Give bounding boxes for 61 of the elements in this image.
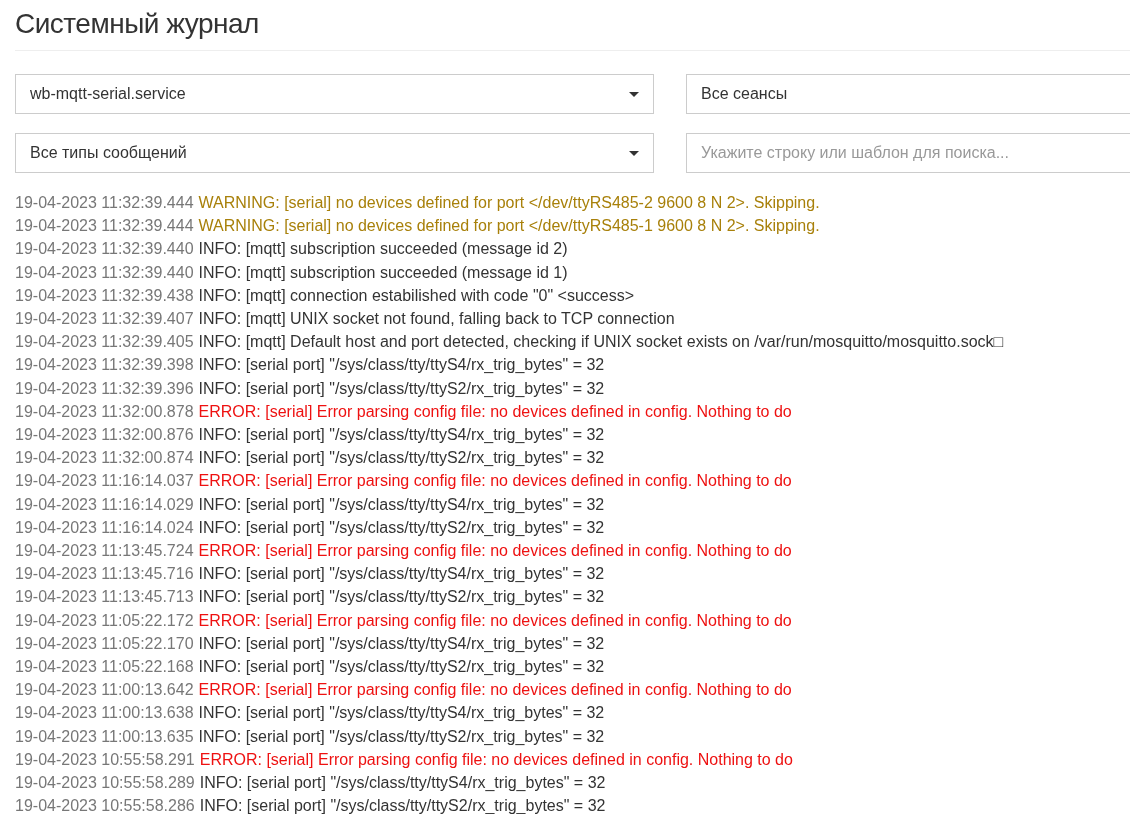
log-message: ERROR: [serial] Error parsing config file: no devices defined in config. Nothing to do [198,542,792,560]
log-message: INFO: [serial port] "/sys/class/tty/ttyS2/rx_trig_bytes" = 32 [198,518,605,536]
log-message: ERROR: [serial] Error parsing config file: no devices defined in config. Nothing to do [198,611,792,629]
log-timestamp: 19-04-2023 10:55:58.291 [15,750,195,768]
log-message: INFO: [serial port] "/sys/class/tty/ttyS2/rx_trig_bytes" = 32 [198,727,605,745]
log-timestamp: 19-04-2023 11:00:13.638 [15,704,194,722]
log-timestamp: 19-04-2023 10:55:58.289 [15,774,195,792]
log-timestamp: 19-04-2023 11:32:00.876 [15,426,194,444]
log-timestamp: 19-04-2023 11:13:45.713 [15,588,194,606]
log-timestamp: 19-04-2023 11:16:14.024 [15,518,194,536]
log-timestamp: 19-04-2023 11:32:39.396 [15,379,194,397]
log-timestamp: 19-04-2023 11:00:13.635 [15,727,194,745]
log-message: INFO: [serial port] "/sys/class/tty/ttyS2/rx_trig_bytes" = 32 [198,658,605,676]
log-message: WARNING: [serial] no devices defined for port </dev/ttyRS485-1 9600 8 N 2>. Skipping. [198,217,820,235]
log-message: INFO: [serial port] "/sys/class/tty/ttyS4/rx_trig_bytes" = 32 [199,774,606,792]
log-timestamp: 19-04-2023 11:32:39.444 [15,217,194,235]
search-field[interactable]: Укажите строку или шаблон для поиска... [686,133,1130,173]
log-timestamp: 19-04-2023 11:16:14.029 [15,495,194,513]
log-message: WARNING: [serial] no devices defined for port </dev/ttyRS485-2 9600 8 N 2>. Skipping. [198,194,820,211]
log-message: ERROR: [serial] Error parsing config file: no devices defined in config. Nothing to do [198,402,792,420]
log-timestamp: 19-04-2023 11:32:39.407 [15,310,194,327]
log-timestamp: 19-04-2023 11:32:39.440 [15,240,194,258]
caret-icon [629,150,639,156]
log-timestamp: 19-04-2023 11:32:00.878 [15,402,194,420]
log-message: INFO: [serial port] "/sys/class/tty/ttyS4/rx_trig_bytes" = 32 [198,426,605,444]
log-message: INFO: [serial port] "/sys/class/tty/ttyS2/rx_trig_bytes" = 32 [198,449,605,467]
log-message: INFO: [mqtt] subscription succeeded (message id 1) [198,263,568,281]
log-message: INFO: [serial port] "/sys/class/tty/ttyS4/rx_trig_bytes" = 32 [198,704,605,722]
dropdown-field[interactable]: wb-mqtt-serial.service [15,74,654,114]
log-message: INFO: [serial port] "/sys/class/tty/ttyS2/rx_trig_bytes" = 32 [198,588,605,606]
log-timestamp: 19-04-2023 11:32:39.440 [15,263,194,281]
log-timestamp: 19-04-2023 11:32:39.444 [15,194,194,211]
log-message: INFO: [serial port] "/sys/class/tty/ttyS4/rx_trig_bytes" = 32 [198,634,605,652]
page-title: Системный журнал [15,0,1130,51]
log-timestamp: 19-04-2023 11:13:45.716 [15,565,194,583]
log-timestamp: 19-04-2023 11:32:39.398 [15,356,194,374]
dropdown-field[interactable]: Все типы сообщений [15,133,654,173]
log-message: INFO: [serial port] "/sys/class/tty/ttyS2/rx_trig_bytes" = 32 [199,797,606,814]
log-message: ERROR: [serial] Error parsing config file: no devices defined in config. Nothing to do [198,472,792,490]
log-message: INFO: [serial port] "/sys/class/tty/ttyS4/rx_trig_bytes" = 32 [198,565,605,583]
log-timestamp: 19-04-2023 11:13:45.724 [15,542,194,560]
log-message: ERROR: [serial] Error parsing config file: no devices defined in config. Nothing to do [198,681,792,699]
log-timestamp: 19-04-2023 11:16:14.037 [15,472,194,490]
log-message: INFO: [serial port] "/sys/class/tty/ttyS4/rx_trig_bytes" = 32 [198,495,605,513]
log-message: INFO: [mqtt] connection estabilished with code "0" <success> [198,286,635,304]
log-timestamp: 19-04-2023 11:05:22.168 [15,658,194,676]
dropdown-field[interactable]: Все сеансы [686,74,1130,114]
log-message: INFO: [mqtt] UNIX socket not found, falling back to TCP connection [198,310,675,327]
log-timestamp: 19-04-2023 11:05:22.172 [15,611,194,629]
log-message: INFO: [serial port] "/sys/class/tty/ttyS4/rx_trig_bytes" = 32 [198,356,605,374]
log-timestamp: 19-04-2023 11:32:00.874 [15,449,194,467]
log-timestamp: 19-04-2023 11:05:22.170 [15,634,194,652]
log-timestamp: 19-04-2023 11:00:13.642 [15,681,194,699]
log-message: INFO: [mqtt] Default host and port detected, checking if UNIX socket exists on /var/run/mosquitto/mosquitto.sock□ [198,333,1004,351]
log-message: ERROR: [serial] Error parsing config file: no devices defined in config. Nothing to do [199,750,793,768]
caret-icon [629,91,639,97]
log-timestamp: 19-04-2023 10:55:58.286 [15,797,195,814]
log-timestamp: 19-04-2023 11:32:39.438 [15,286,194,304]
log-timestamp: 19-04-2023 11:32:39.405 [15,333,194,351]
log-message: INFO: [serial port] "/sys/class/tty/ttyS2/rx_trig_bytes" = 32 [198,379,605,397]
log-message: INFO: [mqtt] subscription succeeded (message id 2) [198,240,568,258]
